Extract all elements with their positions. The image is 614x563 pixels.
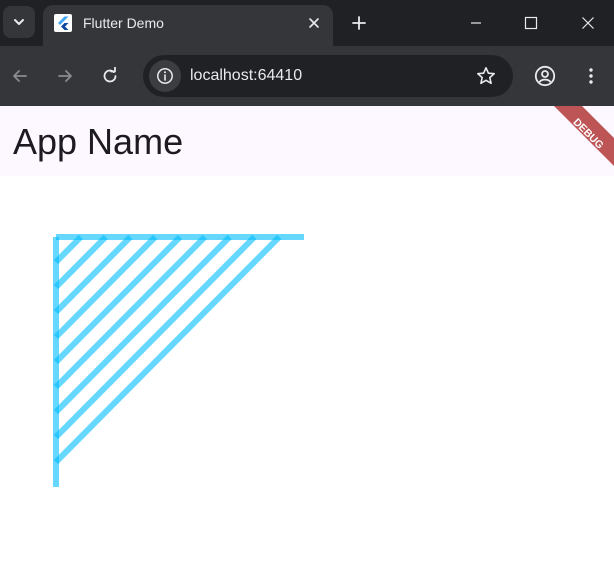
browser-tab[interactable]: Flutter Demo (43, 5, 333, 46)
close-window-button[interactable] (575, 10, 601, 36)
string-line (53, 234, 257, 440)
string-line (53, 234, 83, 265)
reload-icon (103, 67, 117, 83)
minimize-button[interactable] (463, 10, 489, 36)
reload-button[interactable] (96, 62, 124, 90)
flutter-logo-icon (54, 14, 72, 32)
string-art-canvas (53, 234, 304, 487)
account-icon (534, 65, 556, 87)
browser-menu-button[interactable] (577, 62, 605, 90)
arrow-left-icon (13, 70, 27, 82)
tab-search-button[interactable] (3, 6, 35, 38)
maximize-button[interactable] (518, 10, 544, 36)
plus-icon (352, 16, 366, 30)
arrow-right-icon (58, 70, 72, 82)
url-text: localhost:64410 (190, 67, 303, 84)
string-line (53, 234, 108, 290)
minimize-icon (471, 22, 481, 24)
string-line (53, 234, 183, 365)
maximize-icon (524, 16, 538, 30)
new-tab-button[interactable] (348, 12, 370, 34)
browser-toolbar: localhost:64410 (0, 46, 614, 106)
site-info-button[interactable] (149, 60, 181, 92)
forward-button[interactable] (51, 62, 79, 90)
star-icon (477, 67, 495, 85)
chevron-down-icon (14, 19, 24, 25)
more-vert-icon (589, 68, 593, 84)
close-icon (309, 18, 319, 28)
profile-button[interactable] (531, 62, 559, 90)
tab-close-button[interactable] (305, 14, 323, 32)
tab-title: Flutter Demo (83, 15, 164, 31)
string-line (53, 234, 158, 340)
bookmark-button[interactable] (475, 65, 497, 87)
back-button[interactable] (6, 62, 34, 90)
address-bar[interactable]: localhost:64410 (143, 55, 513, 97)
browser-tab-strip: Flutter Demo (0, 0, 614, 46)
app-title: App Name (13, 121, 184, 162)
info-icon (157, 68, 173, 84)
app-bar: App Name (0, 106, 614, 176)
close-icon (582, 17, 594, 29)
